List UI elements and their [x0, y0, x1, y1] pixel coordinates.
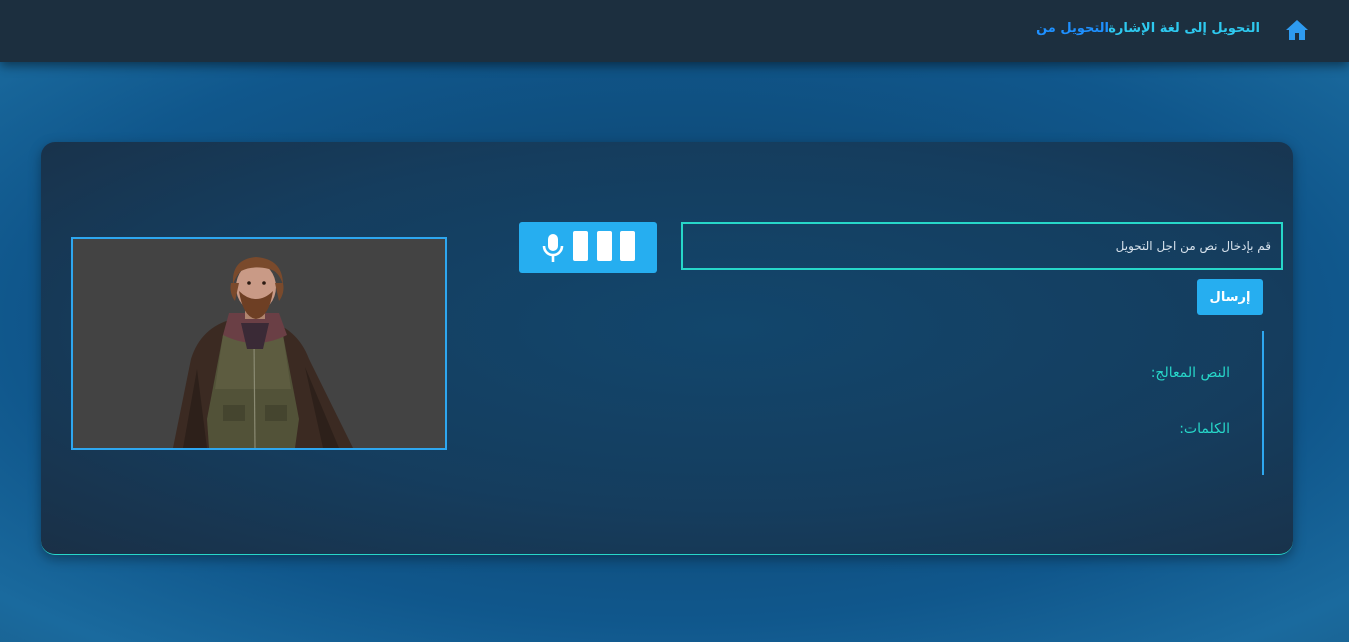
avatar-viewport: [71, 237, 447, 450]
microphone-icon: [542, 234, 564, 262]
home-icon[interactable]: [1285, 19, 1309, 41]
words-label: الكلمات:: [1179, 421, 1230, 437]
level-bar-icon: [597, 231, 612, 261]
record-button[interactable]: [519, 222, 657, 273]
nav-link-to-sign-language[interactable]: التحويل إلى لغة الإشارة: [1108, 21, 1260, 36]
output-panel: النص المعالج: الكلمات:: [1100, 331, 1264, 475]
level-bar-icon: [573, 231, 588, 261]
level-bar-icon: [620, 231, 635, 261]
nav-link-from-sign-language[interactable]: التحويل من: [1036, 21, 1109, 36]
processed-text-label: النص المعالج:: [1150, 365, 1230, 381]
send-button[interactable]: إرسال: [1197, 279, 1263, 315]
top-navbar: التحويل إلى لغة الإشارة التحويل من: [0, 0, 1349, 62]
3d-avatar-figure: [173, 257, 353, 448]
text-input[interactable]: [681, 222, 1283, 270]
